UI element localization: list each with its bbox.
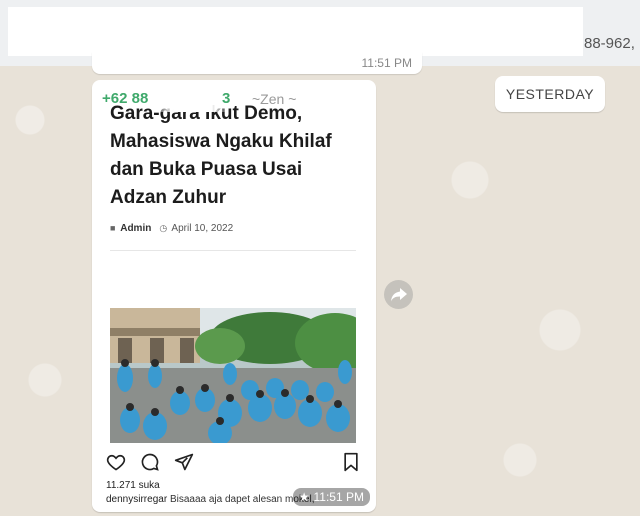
instagram-caption: dennysirregar Bisaaaa aja dapet alesan m…: [106, 494, 314, 505]
comment-icon[interactable]: [140, 452, 160, 472]
blurred-number-mask: [156, 86, 226, 112]
redacted-area: [8, 7, 583, 56]
article-meta: ■ Admin ◷ April 10, 2022: [110, 223, 233, 234]
forwarded-image-message[interactable]: Gara-gara Ikut Demo, Mahasiswa Ngaku Khi…: [92, 80, 376, 512]
date-divider: YESTERDAY: [495, 76, 605, 112]
caption-username[interactable]: dennysirregar: [106, 494, 167, 505]
article-title-line: dan Buka Puasa Usai: [110, 159, 303, 180]
previous-message-time: 11:51 PM: [361, 56, 412, 70]
article-title: Gara-gara Ikut Demo, Mahasiswa Ngaku Khi…: [110, 100, 360, 212]
article-photo[interactable]: [110, 308, 356, 443]
message-time: 11:51 PM: [313, 490, 364, 504]
sender-number-suffix[interactable]: 3: [222, 90, 230, 107]
bookmark-icon[interactable]: [342, 452, 360, 472]
instagram-actions: [106, 450, 362, 474]
user-icon: ■: [110, 223, 116, 233]
heart-icon[interactable]: [106, 452, 126, 472]
header-phone-fragment: 88-962,: [584, 35, 635, 52]
forward-button[interactable]: [384, 280, 413, 309]
clock-icon: ◷: [159, 223, 168, 233]
author-group: ■ Admin: [110, 223, 151, 234]
date-group: ◷ April 10, 2022: [159, 223, 233, 234]
article-divider: [110, 250, 356, 251]
previous-message-bubble[interactable]: 11:51 PM: [92, 52, 422, 74]
star-icon: ★: [298, 490, 310, 504]
share-icon[interactable]: [174, 452, 194, 472]
forward-icon: [390, 287, 407, 301]
article-title-line: Mahasiswa Ngaku Khilaf: [110, 131, 332, 152]
sender-number-prefix[interactable]: +62 88: [102, 90, 148, 107]
message-timestamp: ★ 11:51 PM: [292, 488, 370, 506]
sender-push-name: ~Zen ~: [252, 91, 297, 107]
article-author: Admin: [120, 223, 152, 234]
article-title-line: Adzan Zuhur: [110, 187, 227, 208]
likes-count: 11.271 suka: [106, 480, 160, 491]
article-date: April 10, 2022: [171, 223, 234, 234]
protest-photo-illustration: [110, 308, 356, 443]
